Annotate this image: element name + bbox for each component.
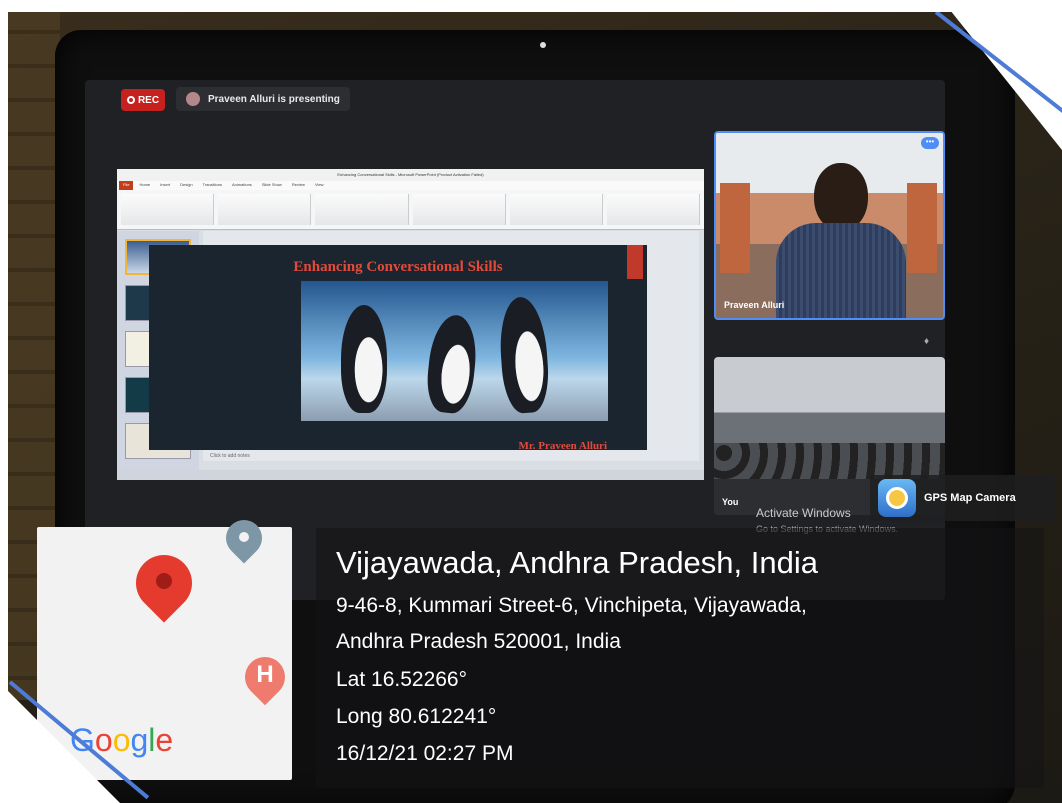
current-slide: Enhancing Conversational Skills Mr. Prav… (149, 245, 647, 450)
ribbon-group-drawing[interactable] (509, 194, 603, 225)
more-options-icon[interactable]: ••• (921, 137, 939, 149)
ribbon-group-slides[interactable] (218, 194, 312, 225)
presenter-head (814, 163, 868, 231)
ppt-status-bar (117, 470, 704, 480)
map-pin-grey-dot (239, 532, 249, 542)
webcam-dot (540, 42, 546, 48)
ppt-ribbon (117, 190, 704, 230)
frame-corner (942, 0, 1062, 150)
presenter-body (776, 223, 906, 318)
address-line-1: 9-46-8, Kummari Street-6, Vinchipeta, Vi… (336, 594, 807, 617)
latitude: Lat 16.52266° (336, 668, 468, 691)
curtain (720, 183, 750, 273)
ppt-ribbon-tabs: File Home Insert Design Transitions Anim… (117, 181, 704, 190)
notes-placeholder[interactable]: Click to add notes (210, 453, 250, 459)
video-tile-presenter[interactable]: ••• Praveen Alluri (714, 131, 945, 320)
slide-author: Mr. Praveen Alluri (518, 440, 608, 450)
penguin-figure (497, 295, 551, 415)
ppt-window-title: Enhancing Conversational Skills - Micros… (117, 169, 704, 181)
longitude: Long 80.612241° (336, 705, 497, 728)
ppt-tab-insert[interactable]: Insert (156, 181, 174, 190)
presenter-avatar (186, 92, 200, 106)
slide-title: Enhancing Conversational Skills (293, 259, 503, 275)
hospital-pin-letter: H (256, 661, 274, 688)
ppt-tab-animations[interactable]: Animations (228, 181, 256, 190)
ppt-tab-view[interactable]: View (311, 181, 328, 190)
recording-label: REC (137, 94, 160, 106)
tile-name-label: You (722, 497, 739, 507)
mic-off-icon: ♦ (924, 336, 930, 347)
gps-app-name: GPS Map Camera (924, 492, 1016, 504)
penguin-figure (424, 312, 480, 416)
ppt-tab-home[interactable]: Home (135, 181, 154, 190)
ribbon-group-clipboard[interactable] (121, 194, 215, 225)
ppt-tab-transitions[interactable]: Transitions (199, 181, 226, 190)
gps-app-badge: GPS Map Camera (870, 475, 1056, 521)
timestamp: 16/12/21 02:27 PM (336, 742, 514, 765)
ppt-tab-slideshow[interactable]: Slide Show (258, 181, 286, 190)
ribbon-group-paragraph[interactable] (412, 194, 506, 225)
penguin-figure (341, 305, 387, 413)
presenter-person (776, 163, 906, 318)
presenting-banner[interactable]: Praveen Alluri is presenting (176, 87, 350, 111)
audience-crowd (714, 443, 945, 479)
tile-name-label: Praveen Alluri (724, 300, 785, 310)
curtain (907, 183, 937, 273)
frame-corner (0, 683, 120, 803)
ribbon-group-font[interactable] (315, 194, 409, 225)
activate-windows-title: Activate Windows (756, 506, 851, 520)
map-pin-dot (156, 573, 172, 589)
presenting-text: Praveen Alluri is presenting (208, 93, 340, 105)
ribbon-group-editing[interactable] (606, 194, 701, 225)
ppt-tab-review[interactable]: Review (288, 181, 309, 190)
ppt-tab-file[interactable]: File (119, 181, 134, 190)
penguins-image (301, 281, 608, 421)
ppt-tab-design[interactable]: Design (176, 181, 196, 190)
record-icon (126, 96, 135, 104)
gps-camera-icon (878, 479, 916, 517)
location-title: Vijayawada, Andhra Pradesh, India (336, 545, 818, 580)
address-line-2: Andhra Pradesh 520001, India (336, 630, 621, 653)
recording-badge: REC (121, 89, 165, 111)
